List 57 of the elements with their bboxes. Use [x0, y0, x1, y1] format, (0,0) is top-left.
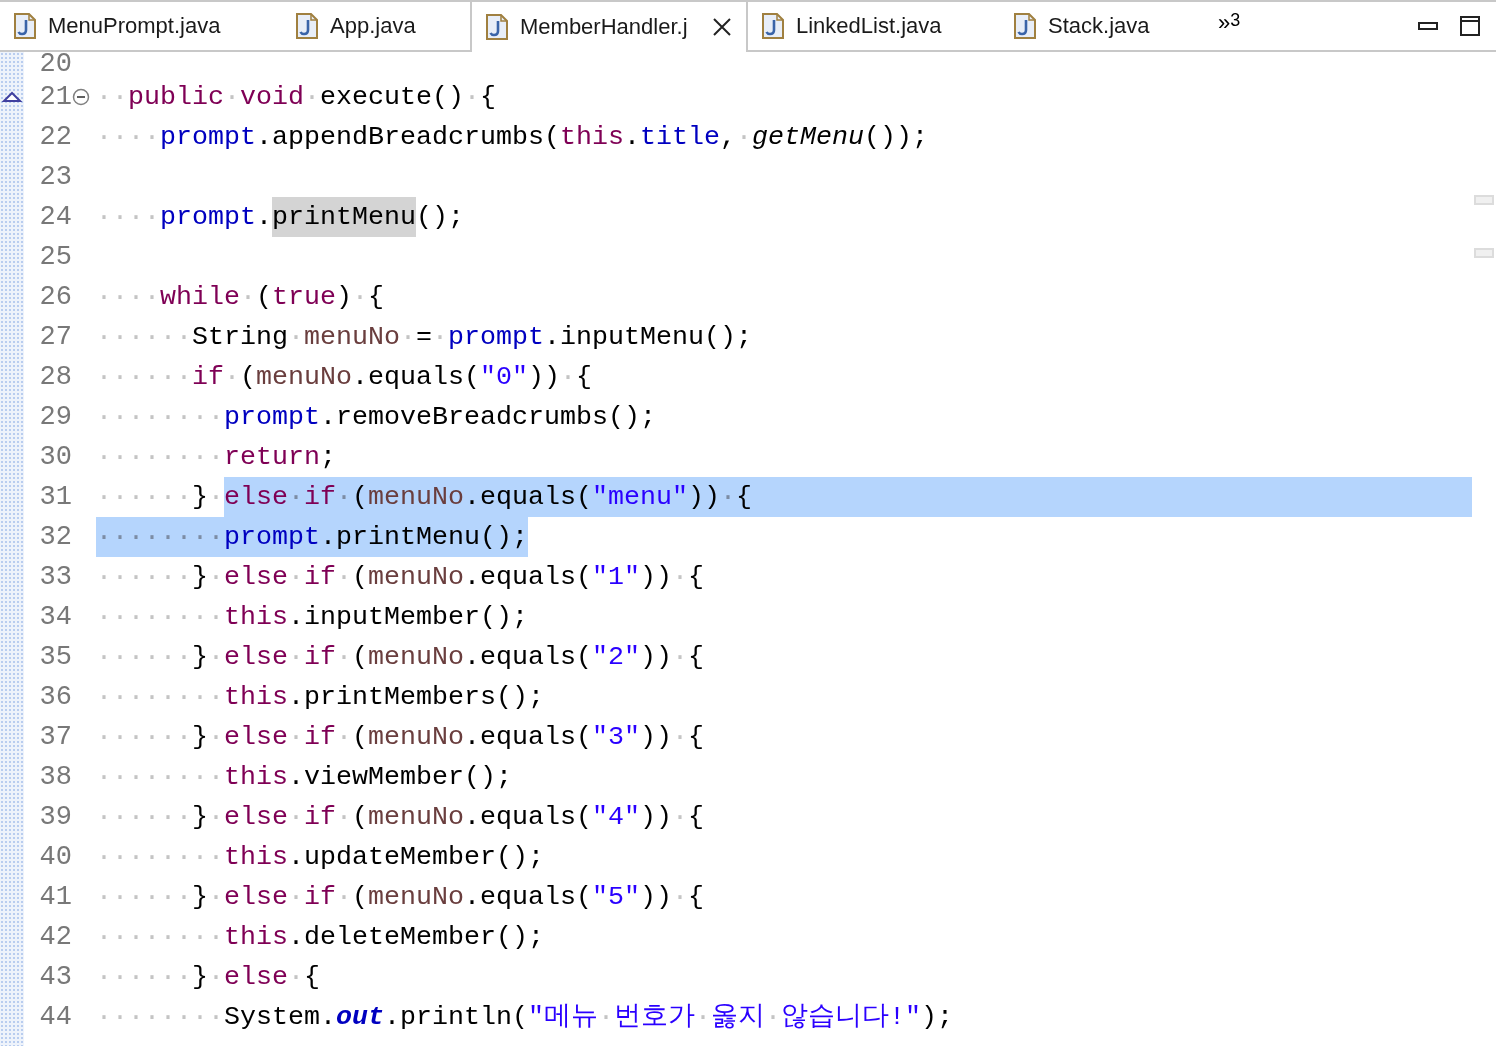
code-line: ········this.deleteMember(); — [96, 921, 545, 954]
code-line: ········this.viewMember(); — [96, 761, 513, 794]
java-file-icon — [296, 13, 318, 39]
close-icon[interactable] — [712, 17, 732, 37]
line-number: 32 — [38, 522, 72, 552]
code-line: ········prompt.removeBreadcrumbs(); — [96, 401, 657, 434]
line-number: 41 — [38, 882, 72, 912]
code-line: ····prompt.appendBreadcrumbs(this.title,·getMenu()); — [96, 121, 929, 154]
line-number: 30 — [38, 442, 72, 472]
line-number: 21 — [38, 82, 72, 112]
line-number: 22 — [38, 122, 72, 152]
code-line: ······}·else·{ — [96, 961, 321, 994]
code-line: ······}·else·if·(menuNo.equals("1"))·{ — [96, 561, 705, 594]
java-file-icon — [14, 13, 36, 39]
code-line: ········this.inputMember(); — [96, 601, 529, 634]
minimize-icon[interactable] — [1418, 22, 1438, 30]
line-number: 28 — [38, 362, 72, 392]
code-line: ········System.out.println("메뉴·번호가·옳지·않습니다!"); — [96, 1001, 954, 1034]
code-line: ······}·else·if·(menuNo.equals("5"))·{ — [96, 881, 705, 914]
code-line: ········return; — [96, 441, 337, 474]
line-number: 44 — [38, 1002, 72, 1032]
line-number: 24 — [38, 202, 72, 232]
java-file-icon — [486, 14, 508, 40]
code-line: ······}·else·if·(menuNo.equals("3"))·{ — [96, 721, 705, 754]
line-number: 31 — [38, 482, 72, 512]
code-line: ······}·else·if·(menuNo.equals("4"))·{ — [96, 801, 705, 834]
code-line: ······}·else·if·(menuNo.equals("2"))·{ — [96, 641, 705, 674]
line-number: 26 — [38, 282, 72, 312]
line-number: 23 — [38, 162, 72, 192]
java-file-icon — [762, 13, 784, 39]
line-number: 39 — [38, 802, 72, 832]
line-number: 29 — [38, 402, 72, 432]
editor-tab[interactable]: MemberHandler.j — [470, 2, 748, 52]
java-file-icon — [1014, 13, 1036, 39]
maximize-icon[interactable] — [1460, 16, 1480, 36]
code-line: ········this.printMembers(); — [96, 681, 545, 714]
code-line: ····prompt.printMenu(); — [96, 197, 1472, 237]
line-number: 20 — [38, 52, 72, 77]
line-number: 33 — [38, 562, 72, 592]
line-number: 27 — [38, 322, 72, 352]
line-number: 38 — [38, 762, 72, 792]
code-line: ········prompt.printMenu(); — [96, 517, 1472, 557]
line-number: 43 — [38, 962, 72, 992]
line-number: 40 — [38, 842, 72, 872]
triangle-icon — [2, 91, 22, 103]
code-line: ······String·menuNo·=·prompt.inputMenu(); — [96, 321, 753, 354]
code-line: ······if·(menuNo.equals("0"))·{ — [96, 361, 593, 394]
line-number: 42 — [38, 922, 72, 952]
line-number: 35 — [38, 642, 72, 672]
line-number: 34 — [38, 602, 72, 632]
line-number: 36 — [38, 682, 72, 712]
code-line: ········this.updateMember(); — [96, 841, 545, 874]
line-number: 25 — [38, 242, 72, 272]
code-line: ··public·void·execute()·{ — [96, 81, 497, 114]
line-number: 37 — [38, 722, 72, 752]
code-line: ····while·(true)·{ — [96, 281, 385, 314]
collapse-icon[interactable] — [72, 88, 90, 106]
